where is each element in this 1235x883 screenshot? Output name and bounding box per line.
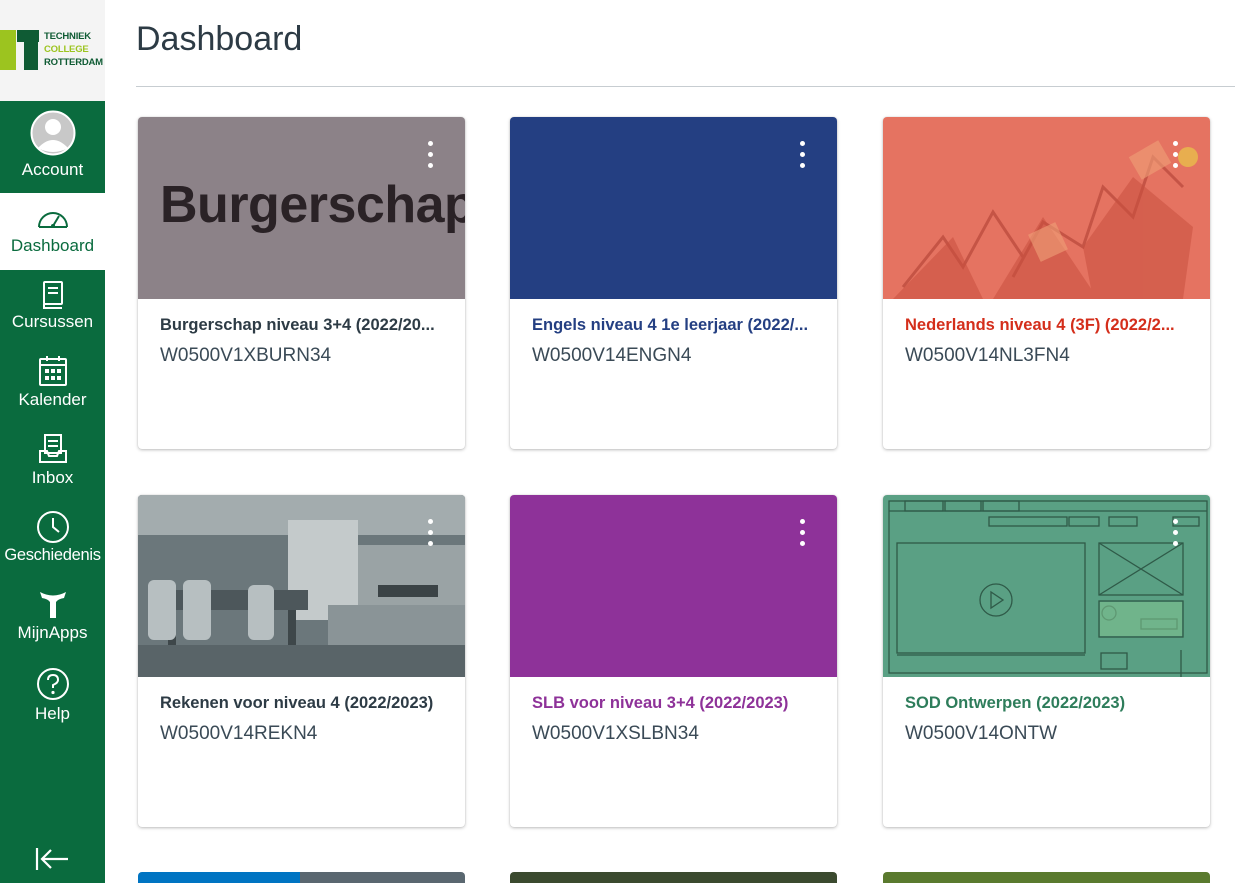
- nav-kalender[interactable]: Kalender: [0, 355, 105, 410]
- clock-icon: [36, 511, 69, 543]
- course-card[interactable]: Engels niveau 4 1e leerjaar (2022/... W0…: [510, 117, 837, 449]
- course-card-header[interactable]: Burgerschap: [138, 117, 465, 299]
- avatar-icon: [30, 110, 75, 156]
- help-icon: [36, 668, 69, 700]
- nav-geschiedenis[interactable]: Geschiedenis: [0, 510, 105, 565]
- course-image: [888, 500, 1208, 677]
- course-card-peek[interactable]: [883, 872, 1210, 883]
- nav-cursussen[interactable]: Cursussen: [0, 280, 105, 332]
- course-name[interactable]: Engels niveau 4 1e leerjaar (2022/...: [532, 316, 820, 335]
- course-code: W0500V14ENGN4: [532, 345, 692, 366]
- course-name[interactable]: SLB voor niveau 3+4 (2022/2023): [532, 694, 820, 713]
- card-options-icon[interactable]: [797, 141, 807, 171]
- course-card[interactable]: SOD Ontwerpen (2022/2023) W0500V14ONTW: [883, 495, 1210, 827]
- card-options-icon[interactable]: [1170, 141, 1180, 171]
- card-options-icon[interactable]: [425, 519, 435, 549]
- course-image: [893, 140, 1198, 299]
- header-divider: [136, 86, 1235, 87]
- nav-dashboard-label: Dashboard: [10, 236, 95, 255]
- course-card-header[interactable]: [883, 495, 1210, 677]
- course-code: W0500V14NL3FN4: [905, 345, 1070, 366]
- inbox-icon: [38, 434, 67, 463]
- course-name[interactable]: Rekenen voor niveau 4 (2022/2023): [160, 694, 448, 713]
- speedometer-icon: [37, 212, 68, 228]
- card-options-icon[interactable]: [425, 141, 435, 171]
- course-card[interactable]: Burgerschap Burgerschap niveau 3+4 (2022…: [138, 117, 465, 449]
- nav-cursussen-label: Cursussen: [11, 312, 94, 331]
- nav-mijnapps[interactable]: MijnApps: [0, 589, 105, 643]
- course-name[interactable]: Burgerschap niveau 3+4 (2022/20...: [160, 316, 448, 335]
- book-icon: [42, 281, 63, 309]
- collapse-arrow-icon[interactable]: [34, 845, 70, 873]
- course-card-header[interactable]: [510, 117, 837, 299]
- nav-help[interactable]: Help: [0, 667, 105, 724]
- apps-logo-icon: [39, 592, 66, 618]
- app: TECHNIEK COLLEGE ROTTERDAM Account Dashb…: [0, 0, 1235, 883]
- calendar-icon: [38, 356, 67, 386]
- card-options-icon[interactable]: [1170, 519, 1180, 549]
- course-name[interactable]: SOD Ontwerpen (2022/2023): [905, 694, 1193, 713]
- course-card[interactable]: Rekenen voor niveau 4 (2022/2023) W0500V…: [138, 495, 465, 827]
- course-card-header[interactable]: [138, 495, 465, 677]
- nav-account-label: Account: [21, 160, 84, 179]
- course-code: W0500V1XSLBN34: [532, 723, 699, 744]
- course-image: [138, 495, 465, 677]
- course-code: W0500V14ONTW: [905, 723, 1058, 744]
- nav-account[interactable]: Account: [0, 110, 105, 180]
- nav-dashboard[interactable]: Dashboard: [0, 193, 105, 270]
- global-navigation: TECHNIEK COLLEGE ROTTERDAM Account Dashb…: [0, 0, 105, 883]
- nav-mijnapps-label: MijnApps: [17, 623, 88, 642]
- course-code: W0500V14REKN4: [160, 723, 318, 744]
- course-card-header[interactable]: [883, 117, 1210, 299]
- course-card-header[interactable]: [510, 495, 837, 677]
- course-card[interactable]: Nederlands niveau 4 (3F) (2022/2... W050…: [883, 117, 1210, 449]
- nav-inbox-label: Inbox: [31, 468, 74, 487]
- course-hero-text: Burgerschap: [160, 176, 465, 234]
- course-card-peek[interactable]: [510, 872, 837, 883]
- nav-kalender-label: Kalender: [18, 390, 87, 409]
- course-card[interactable]: SLB voor niveau 3+4 (2022/2023) W0500V1X…: [510, 495, 837, 827]
- page-title: Dashboard: [136, 20, 303, 58]
- nav-inbox[interactable]: Inbox: [0, 433, 105, 488]
- nav-help-label: Help: [35, 704, 70, 723]
- course-code: W0500V1XBURN34: [160, 345, 332, 366]
- logo-line-1: TECHNIEK: [44, 31, 91, 42]
- logo-line-2: COLLEGE: [44, 44, 89, 55]
- card-options-icon[interactable]: [797, 519, 807, 549]
- course-card-peek[interactable]: [138, 872, 465, 883]
- logo-line-3: ROTTERDAM: [44, 57, 103, 68]
- nav-geschiedenis-label: Geschiedenis: [4, 546, 101, 564]
- college-logo[interactable]: TECHNIEK COLLEGE ROTTERDAM: [0, 0, 105, 101]
- course-name[interactable]: Nederlands niveau 4 (3F) (2022/2...: [905, 316, 1193, 335]
